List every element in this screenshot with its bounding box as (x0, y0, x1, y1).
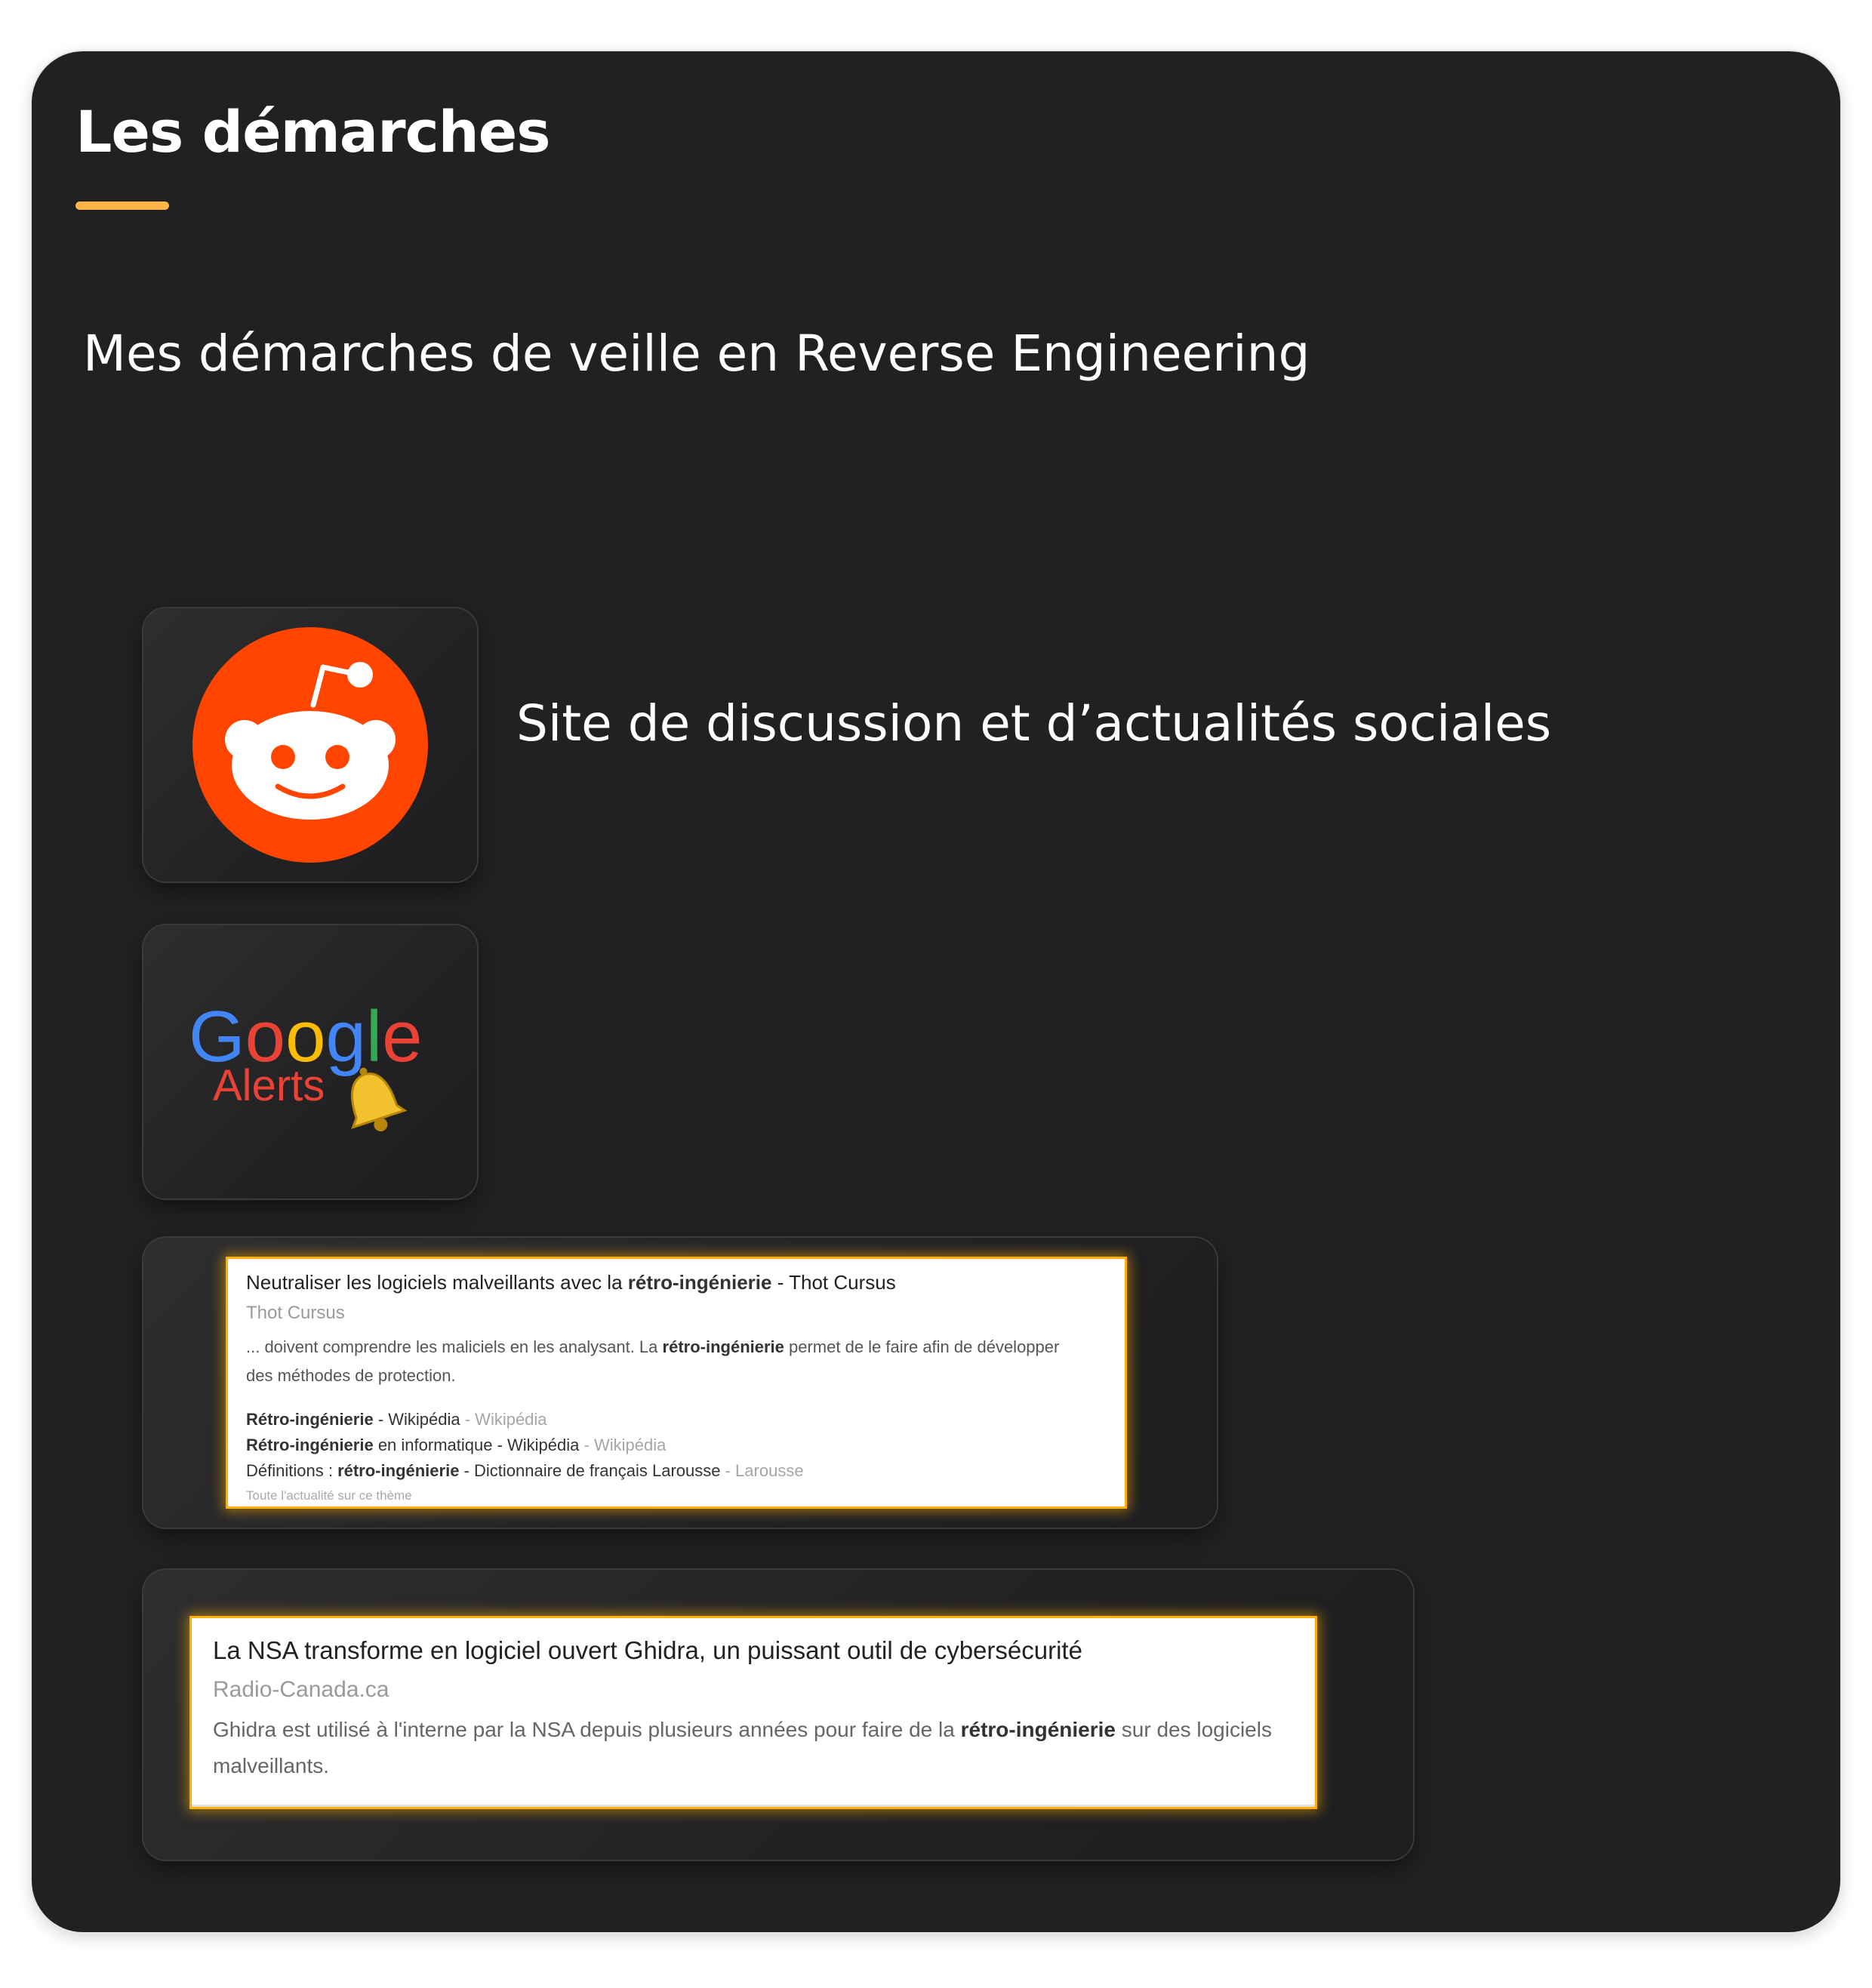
result-title-1[interactable]: Neutraliser les logiciels malveillants a… (246, 1271, 896, 1294)
alerts-wordmark: Alerts (213, 1061, 325, 1110)
google-alerts-card[interactable]: Google Alerts (143, 925, 477, 1199)
title-underline (75, 202, 169, 210)
result-title-2[interactable]: La NSA transforme en logiciel ouvert Ghi… (213, 1636, 1082, 1665)
result-snippet-2: Ghidra est utilisé à l'interne par la NS… (213, 1718, 1272, 1777)
alert-result-card-2: La NSA transforme en logiciel ouvert Ghi… (143, 1570, 1413, 1860)
reddit-logo-icon (192, 627, 428, 863)
result-source-1: Thot Cursus (246, 1303, 345, 1323)
google-alerts-logo-icon: Google Alerts (189, 996, 423, 1132)
result-snippet-1: ... doivent comprendre les maliciels en … (246, 1337, 1060, 1385)
section-subtitle: Mes démarches de veille en Reverse Engin… (83, 325, 1310, 383)
divider (192, 1805, 1315, 1807)
reddit-card[interactable] (143, 608, 477, 882)
all-news-link[interactable]: Toute l'actualité sur ce thème (246, 1488, 412, 1503)
alert-result-card-1: Neutraliser les logiciels malveillants a… (143, 1238, 1217, 1528)
related-link-2[interactable]: Rétro-ingénierie en informatique - Wikip… (246, 1436, 666, 1455)
related-link-3[interactable]: Définitions : rétro-ingénierie - Diction… (246, 1461, 804, 1481)
related-link-1[interactable]: Rétro-ingénierie - Wikipédia - Wikipédia (246, 1410, 547, 1429)
demarches-panel: Les démarches Mes démarches de veille en… (32, 51, 1840, 1932)
section-title: Les démarches (75, 98, 551, 165)
alert-email-excerpt-2: La NSA transforme en logiciel ouvert Ghi… (192, 1618, 1315, 1807)
result-source-2: Radio-Canada.ca (213, 1677, 389, 1702)
reddit-description: Site de discussion et d’actualités socia… (516, 694, 1552, 752)
alert-email-excerpt-1: Neutraliser les logiciels malveillants a… (228, 1259, 1125, 1506)
